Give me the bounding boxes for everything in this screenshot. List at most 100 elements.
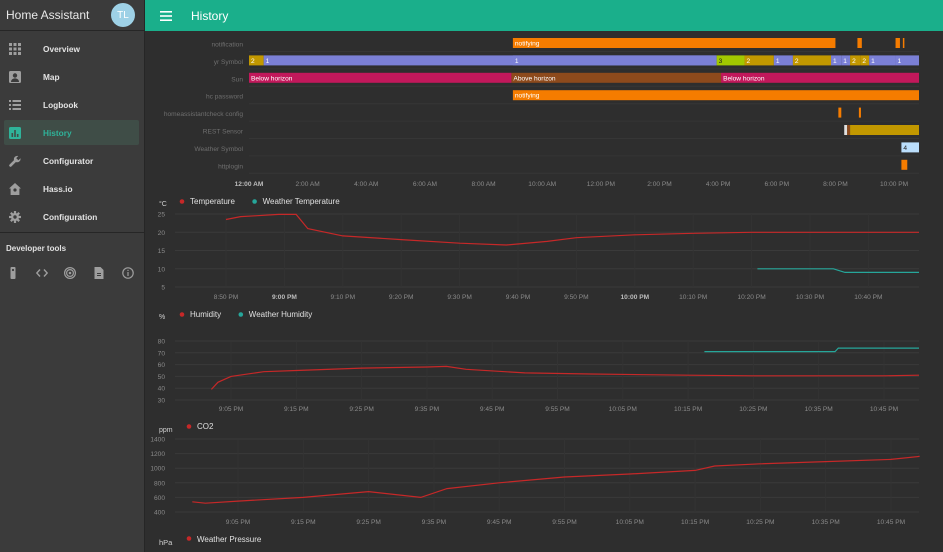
temperature-chart-x-tick-label: 9:00 PM: [272, 294, 297, 301]
timeline-segment-label: 1: [871, 58, 875, 65]
sidebar-item-overview[interactable]: Overview: [4, 36, 139, 61]
timeline-segment-label: notifying: [515, 41, 540, 48]
broadcast-icon[interactable]: [64, 267, 76, 279]
gear-icon: [9, 210, 21, 223]
home-assistant-icon: [9, 182, 21, 195]
chart-box-icon: [9, 126, 21, 139]
timeline-segment-label: 1: [843, 58, 847, 65]
co2-chart-y-tick-label: 400: [154, 510, 165, 517]
timeline-segment-label: Below horizon: [251, 75, 293, 82]
co2-chart-y-tick-label: 600: [154, 495, 165, 502]
timeline-segment-label: notifying: [515, 93, 540, 100]
timeline-x-tick-label: 2:00 AM: [296, 181, 320, 188]
co2-chart-y-tick-label: 800: [154, 480, 165, 487]
co2-chart-x-tick-label: 9:15 PM: [291, 519, 316, 526]
co2-chart-legend-label: CO2: [197, 422, 214, 431]
humidity-chart-x-tick-label: 9:45 PM: [480, 406, 505, 413]
co2-chart-x-tick-label: 9:55 PM: [552, 519, 577, 526]
weather-humidity-series-line: [704, 347, 919, 353]
timeline-row-label: notification: [211, 42, 243, 49]
timeline-segment: [847, 125, 851, 135]
sidebar-item-label: Hass.io: [43, 183, 73, 194]
co2-chart-x-tick-label: 10:45 PM: [877, 519, 905, 526]
remote-icon[interactable]: [7, 267, 19, 279]
timeline-segment-label: 4: [903, 145, 907, 152]
co2-chart-x-tick-label: 9:25 PM: [356, 519, 381, 526]
temperature-chart-legend-swatch: [179, 199, 185, 204]
temperature-chart-x-tick-label: 8:50 PM: [214, 294, 239, 301]
timeline-x-tick-label: 2:00 PM: [647, 181, 672, 188]
humidity-chart-legend-swatch: [179, 312, 185, 317]
temperature-chart-x-tick-label: 10:00 PM: [621, 294, 650, 301]
app-title: Home Assistant: [6, 8, 90, 22]
timeline-x-tick-label: 8:00 AM: [471, 181, 495, 188]
timeline-row-label: homeassistantcheck config: [164, 111, 243, 118]
sidebar-item-label: Configuration: [43, 211, 98, 222]
timeline-row-label: REST Sensor: [203, 129, 244, 136]
humidity-chart-x-tick-label: 10:15 PM: [674, 406, 702, 413]
timeline-segment-label: 1: [515, 58, 519, 65]
timeline-segment: [901, 159, 908, 170]
timeline-segment-label: 3: [719, 58, 723, 65]
apps-icon: [9, 42, 21, 55]
file-icon[interactable]: [93, 267, 105, 279]
co2-chart-x-tick-label: 9:35 PM: [422, 519, 447, 526]
page-title: History: [191, 8, 229, 23]
co2-chart-x-tick-label: 9:05 PM: [226, 519, 251, 526]
timeline-segment: [512, 90, 919, 101]
timeline-row-label: Sun: [231, 76, 243, 83]
humidity-chart-y-tick-label: 50: [158, 374, 166, 381]
wrench-icon: [9, 155, 21, 167]
sidebar-item-configurator[interactable]: Configurator: [4, 148, 139, 173]
timeline-row-label: Weather Symbol: [194, 146, 243, 153]
humidity-chart-legend-label: Weather Humidity: [249, 310, 312, 319]
sidebar-item-map[interactable]: Map: [4, 64, 139, 89]
timeline-row-label: hc password: [206, 94, 243, 101]
sidebar-item-history[interactable]: History: [4, 120, 139, 145]
humidity-chart-x-tick-label: 9:15 PM: [284, 406, 309, 413]
code-icon[interactable]: [36, 267, 48, 279]
humidity-chart-x-tick-label: 9:35 PM: [415, 406, 440, 413]
co2-chart-unit: ppm: [159, 427, 173, 434]
menu-button[interactable]: [160, 10, 174, 22]
timeline-segment: [850, 125, 919, 135]
humidity-chart-x-tick-label: 10:35 PM: [805, 406, 833, 413]
timeline-segment-label: 2: [747, 58, 751, 65]
timeline-x-tick-label: 8:00 PM: [823, 181, 848, 188]
timeline-segment: [838, 107, 842, 118]
timeline-x-tick-label: 12:00 PM: [587, 181, 615, 188]
humidity-chart-x-tick-label: 9:05 PM: [219, 406, 244, 413]
pressure-chart-legend-label: Weather Pressure: [197, 535, 262, 544]
list-icon: [9, 99, 21, 111]
timeline-segment-label: 2: [852, 58, 856, 65]
temperature-chart-x-tick-label: 9:50 PM: [564, 294, 589, 301]
sidebar-item-label: History: [43, 127, 72, 138]
timeline-segment-label: 1: [776, 58, 780, 65]
humidity-chart-x-tick-label: 10:05 PM: [609, 406, 637, 413]
weather-temperature-series-line: [757, 268, 919, 273]
sidebar-item-logbook[interactable]: Logbook: [4, 92, 139, 117]
humidity-chart-y-tick-label: 70: [158, 350, 166, 357]
temperature-chart-y-tick-label: 20: [158, 230, 166, 237]
sidebar-divider: [0, 232, 145, 233]
temperature-chart-x-tick-label: 10:40 PM: [854, 294, 882, 301]
humidity-chart-legend-label: Humidity: [190, 310, 221, 319]
timeline-x-tick-label: 4:00 PM: [706, 181, 731, 188]
timeline-row-label: httplogin: [218, 163, 243, 170]
temperature-chart-y-tick-label: 15: [158, 248, 166, 255]
humidity-chart-y-tick-label: 40: [158, 386, 166, 393]
info-icon[interactable]: [122, 267, 134, 279]
developer-tools-label: Developer tools: [6, 244, 67, 253]
avatar[interactable]: TL: [111, 3, 135, 27]
sidebar-item-hass-io[interactable]: Hass.io: [4, 176, 139, 201]
humidity-chart-legend-swatch: [238, 312, 244, 317]
humidity-chart-x-tick-label: 10:45 PM: [870, 406, 898, 413]
humidity-chart-y-tick-label: 60: [158, 362, 166, 369]
temperature-chart-y-tick-label: 10: [158, 266, 166, 273]
sidebar-item-configuration[interactable]: Configuration: [4, 204, 139, 229]
sidebar-item-label: Map: [43, 71, 60, 82]
timeline-segment-label: 2: [862, 58, 866, 65]
temperature-chart-y-tick-label: 5: [161, 285, 165, 292]
timeline-segment-label: 2: [251, 58, 255, 65]
temperature-chart-x-tick-label: 10:20 PM: [737, 294, 765, 301]
